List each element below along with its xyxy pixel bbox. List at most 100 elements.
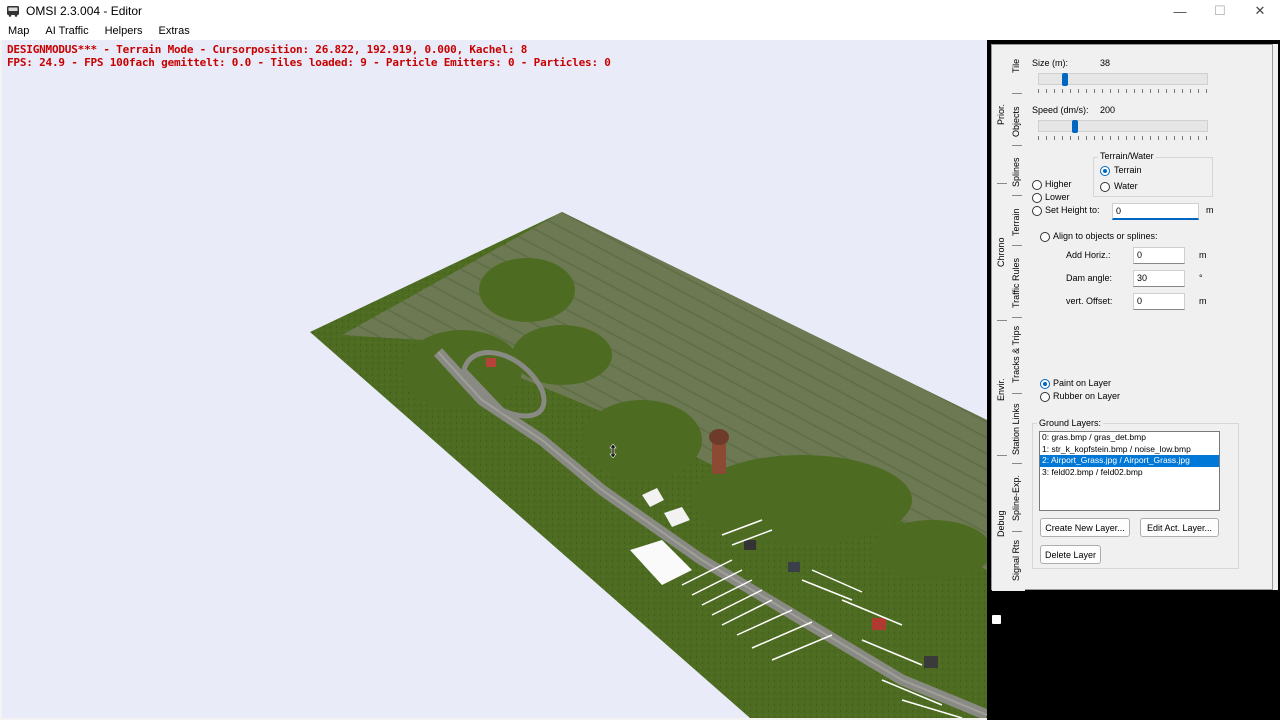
tab-spline-exp[interactable]: Spline-Exp. — [1011, 475, 1021, 521]
terrain-water-title: Terrain/Water — [1098, 151, 1156, 161]
speed-value: 200 — [1100, 105, 1116, 115]
vert-offset-label: vert. Offset: — [1066, 296, 1113, 306]
water-radio[interactable] — [1100, 182, 1110, 192]
set-height-radio[interactable] — [1032, 206, 1042, 216]
terrain-radio[interactable] — [1100, 166, 1110, 176]
maximize-button[interactable]: ☐ — [1200, 0, 1240, 22]
edit-layer-button[interactable]: Edit Act. Layer... — [1140, 518, 1219, 537]
tab-chrono[interactable]: Chrono — [996, 237, 1006, 267]
tab-tracks-trips[interactable]: Tracks & Trips — [1011, 326, 1021, 383]
dam-angle-unit: ° — [1199, 273, 1203, 283]
tab-objects[interactable]: Objects — [1011, 106, 1021, 137]
title-bar: OMSI 2.3.004 - Editor — ☐ ✕ — [0, 0, 1280, 22]
panel-scrollbar[interactable] — [1273, 44, 1278, 590]
layer-item-2[interactable]: 2: Airport_Grass.jpg / Airport_Grass.jpg — [1040, 455, 1219, 467]
dam-angle-label: Dam angle: — [1066, 273, 1113, 283]
ground-layers-title: Ground Layers: — [1037, 418, 1104, 428]
create-layer-button[interactable]: Create New Layer... — [1040, 518, 1130, 537]
dam-angle-input[interactable]: 30 — [1133, 270, 1185, 287]
tab-divider — [1012, 145, 1022, 146]
speed-label: Speed (dm/s): — [1032, 105, 1089, 115]
tab-divider — [997, 455, 1007, 456]
window-title: OMSI 2.3.004 - Editor — [26, 4, 143, 18]
grass-blob — [872, 520, 987, 580]
status-overlay-line1: DESIGNMODUS*** - Terrain Mode - Cursorpo… — [7, 43, 528, 56]
terrain-water-group — [1093, 157, 1213, 197]
size-label: Size (m): — [1032, 58, 1068, 68]
terrain-scene — [310, 212, 987, 718]
tab-strip: Prior. Chrono Envir. Debug Tile Objects … — [992, 45, 1025, 591]
red-building — [872, 618, 886, 630]
tab-divider — [997, 183, 1007, 184]
size-slider[interactable] — [1038, 73, 1208, 86]
speed-slider-ticks — [1038, 136, 1208, 140]
tab-divider — [1012, 531, 1022, 532]
tab-divider — [1012, 393, 1022, 394]
minimize-button[interactable]: — — [1160, 0, 1200, 22]
set-height-input[interactable]: 0 — [1112, 203, 1199, 220]
ground-layers-list[interactable]: 0: gras.bmp / gras_det.bmp 1: str_k_kopf… — [1039, 431, 1220, 511]
tab-traffic-rules[interactable]: Traffic Rules — [1011, 258, 1021, 308]
3d-viewport[interactable]: DESIGNMODUS*** - Terrain Mode - Cursorpo… — [2, 40, 987, 718]
close-button[interactable]: ✕ — [1240, 0, 1280, 22]
lower-radio[interactable] — [1032, 193, 1042, 203]
higher-radio[interactable] — [1032, 180, 1042, 190]
water-radio-label: Water — [1114, 181, 1138, 191]
rubber-layer-label: Rubber on Layer — [1053, 391, 1121, 401]
tab-debug[interactable]: Debug — [996, 510, 1006, 537]
panel-checkbox[interactable] — [992, 615, 1001, 624]
size-slider-thumb[interactable] — [1061, 73, 1068, 86]
layer-item-0[interactable]: 0: gras.bmp / gras_det.bmp — [1040, 432, 1219, 444]
menu-map[interactable]: Map — [0, 25, 37, 37]
speed-slider-thumb[interactable] — [1071, 120, 1078, 133]
bus-app-icon — [7, 6, 19, 17]
tab-tile[interactable]: Tile — [1011, 59, 1021, 73]
tab-divider — [1012, 93, 1022, 94]
higher-label: Higher — [1045, 179, 1072, 189]
status-overlay-line2: FPS: 24.9 - FPS 100fach gemittelt: 0.0 -… — [7, 56, 611, 69]
vert-offset-unit: m — [1199, 296, 1207, 306]
menu-ai-traffic[interactable]: AI Traffic — [37, 25, 96, 37]
tab-prior[interactable]: Prior. — [996, 104, 1006, 125]
tool-panel: Prior. Chrono Envir. Debug Tile Objects … — [991, 44, 1273, 591]
menu-helpers[interactable]: Helpers — [97, 25, 151, 37]
layer-item-3[interactable]: 3: feld02.bmp / feld02.bmp — [1040, 467, 1219, 479]
size-value: 38 — [1100, 58, 1111, 68]
lower-label: Lower — [1045, 192, 1070, 202]
tab-signal-rts[interactable]: Signal Rts — [1011, 540, 1021, 581]
water-tower-top — [709, 429, 729, 445]
rubber-layer-radio[interactable] — [1040, 392, 1050, 402]
tab-divider — [997, 320, 1007, 321]
size-slider-ticks — [1038, 89, 1208, 93]
dark-building — [744, 540, 756, 550]
tab-envir[interactable]: Envir. — [996, 378, 1006, 401]
terrain-radio-label: Terrain — [1114, 165, 1142, 175]
tab-divider — [1012, 317, 1022, 318]
set-height-unit: m — [1206, 205, 1214, 215]
add-horiz-unit: m — [1199, 250, 1207, 260]
grass-blob — [582, 400, 702, 480]
paint-layer-radio[interactable] — [1040, 379, 1050, 389]
editor-window: OMSI 2.3.004 - Editor — ☐ ✕ Map AI Traff… — [0, 0, 1280, 720]
tab-divider — [1012, 463, 1022, 464]
dark-building — [788, 562, 800, 572]
menu-bar: Map AI Traffic Helpers Extras — [0, 22, 1280, 40]
add-horiz-label: Add Horiz.: — [1066, 250, 1111, 260]
vert-offset-input[interactable]: 0 — [1133, 293, 1185, 310]
tab-divider — [1012, 245, 1022, 246]
paint-layer-label: Paint on Layer — [1053, 378, 1112, 388]
align-label: Align to objects or splines: — [1053, 231, 1158, 241]
tab-station-links[interactable]: Station Links — [1011, 403, 1021, 455]
grass-blob — [512, 325, 612, 385]
set-height-label: Set Height to: — [1045, 205, 1100, 215]
add-horiz-input[interactable]: 0 — [1133, 247, 1185, 264]
grass-blob — [479, 258, 575, 322]
small-house — [486, 358, 496, 367]
align-radio[interactable] — [1040, 232, 1050, 242]
delete-layer-button[interactable]: Delete Layer — [1040, 545, 1101, 564]
tab-splines[interactable]: Splines — [1011, 157, 1021, 187]
speed-slider[interactable] — [1038, 120, 1208, 133]
layer-item-1[interactable]: 1: str_k_kopfstein.bmp / noise_low.bmp — [1040, 444, 1219, 456]
tab-terrain[interactable]: Terrain — [1011, 208, 1021, 236]
menu-extras[interactable]: Extras — [151, 25, 198, 37]
